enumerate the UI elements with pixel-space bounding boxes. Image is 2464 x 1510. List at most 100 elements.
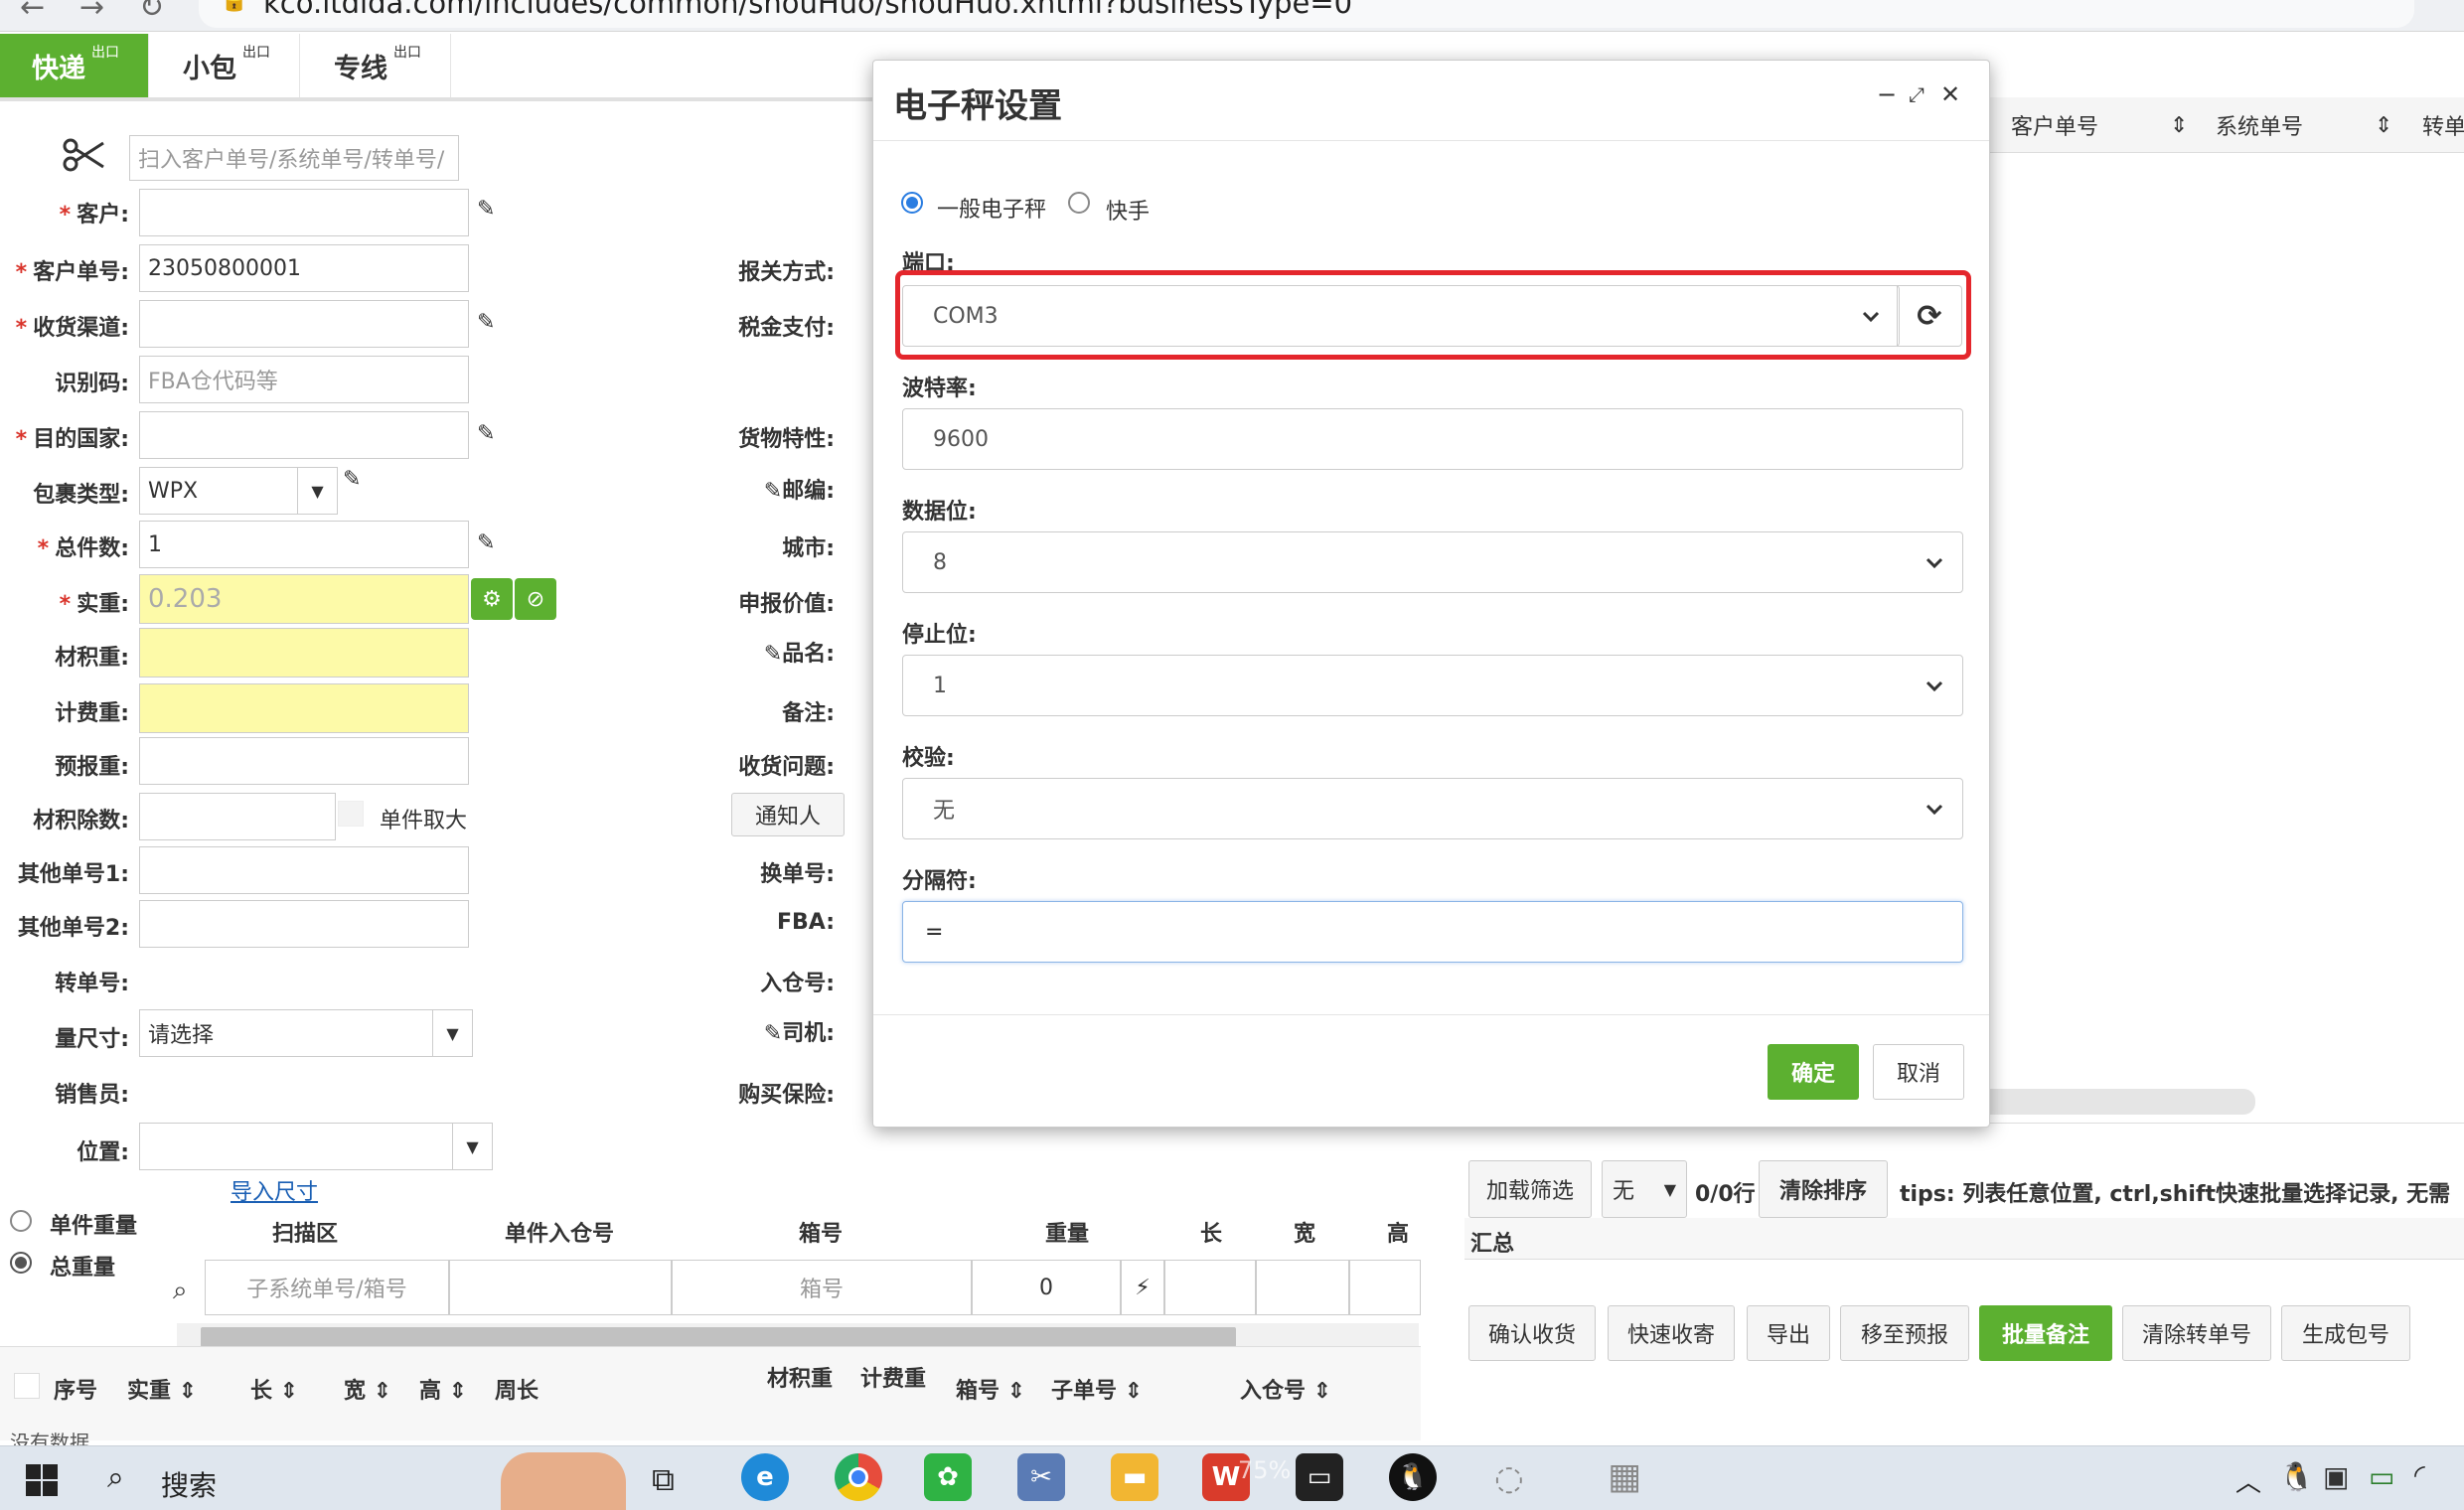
single-max-checkbox[interactable] xyxy=(338,801,364,827)
weight-input[interactable]: 0 xyxy=(972,1260,1121,1315)
col-r-system-no[interactable]: 系统单号 ⇕ xyxy=(2216,97,2392,153)
right-scrollbar[interactable] xyxy=(1977,1089,2255,1115)
pkg-type-select[interactable]: WPX ▼ xyxy=(139,467,338,515)
actual-weight-field[interactable]: 0.203 xyxy=(139,574,469,624)
pencil-icon[interactable]: ✎ xyxy=(764,479,782,504)
col-b-height[interactable]: 高 ⇕ xyxy=(419,1373,467,1405)
scrollbar-thumb[interactable] xyxy=(201,1327,1236,1347)
col-b-width[interactable]: 宽 ⇕ xyxy=(344,1373,391,1405)
minimize-icon[interactable]: − xyxy=(1877,80,1897,108)
snipping-tool-icon[interactable]: ✂ xyxy=(1017,1453,1065,1501)
refresh-icon[interactable]: ⟳ xyxy=(1897,285,1962,347)
height-input[interactable] xyxy=(1349,1260,1421,1315)
tab-express[interactable]: 快递 出口 xyxy=(0,34,149,97)
customer-no-field[interactable]: 23050800001 xyxy=(139,244,469,292)
customer-field[interactable] xyxy=(139,189,469,236)
select-all-checkbox[interactable] xyxy=(14,1373,40,1399)
tab-small-parcel[interactable]: 小包 出口 xyxy=(151,34,300,97)
pencil-icon[interactable]: ✎ xyxy=(477,530,495,555)
pre-weight-field[interactable] xyxy=(139,737,469,785)
clear-transfer-no-button[interactable]: 清除转单号 xyxy=(2122,1305,2271,1361)
import-size-link[interactable]: 导入尺寸 xyxy=(231,1174,318,1206)
separator-input[interactable]: = xyxy=(902,901,1963,963)
col-b-warehouse-no[interactable]: 入仓号 ⇕ xyxy=(1240,1373,1331,1405)
vol-divisor-field[interactable] xyxy=(139,793,336,840)
stopbits-select[interactable]: 1 xyxy=(902,655,1963,716)
length-input[interactable] xyxy=(1164,1260,1256,1315)
tab-dedicated-line[interactable]: 专线 出口 xyxy=(302,34,451,97)
notify-button[interactable]: 通知人 xyxy=(731,793,845,836)
search-icon[interactable]: ⌕ xyxy=(107,1460,124,1495)
pencil-icon[interactable]: ✎ xyxy=(477,421,495,446)
databits-select[interactable]: 8 xyxy=(902,531,1963,593)
clear-sort-button[interactable]: 清除排序 xyxy=(1759,1160,1888,1218)
single-weight-radio[interactable] xyxy=(10,1210,32,1232)
wifi-icon[interactable]: ◜ xyxy=(2414,1458,2425,1491)
parity-select[interactable]: 无 xyxy=(902,778,1963,839)
edge-icon[interactable]: e xyxy=(741,1453,789,1501)
col-actual-weight[interactable]: 实重 ⇕ xyxy=(127,1373,197,1405)
pencil-icon[interactable]: ✎ xyxy=(764,642,782,667)
channel-field[interactable] xyxy=(139,300,469,348)
single-warehouse-input[interactable] xyxy=(449,1260,672,1315)
tray-app-icon[interactable]: ▣ xyxy=(2323,1460,2349,1493)
cancel-button[interactable]: 取消 xyxy=(1873,1044,1964,1100)
confirm-receipt-button[interactable]: 确认收货 xyxy=(1468,1305,1596,1361)
country-field[interactable] xyxy=(139,411,469,459)
move-to-forecast-button[interactable]: 移至预报 xyxy=(1840,1305,1969,1361)
col-r-transfer[interactable]: 转单 xyxy=(2422,97,2464,153)
windows-start-icon[interactable] xyxy=(26,1464,58,1496)
taskbar-widget-image[interactable] xyxy=(501,1452,626,1510)
chrome-icon[interactable] xyxy=(835,1453,882,1501)
task-view-icon[interactable]: ⧉ xyxy=(652,1460,675,1499)
idcode-field[interactable]: FBA仓代码等 xyxy=(139,356,469,403)
pencil-icon[interactable]: ✎ xyxy=(477,310,495,335)
total-pieces-field[interactable]: 1 xyxy=(139,521,469,568)
pencil-icon[interactable]: ✎ xyxy=(764,1021,782,1046)
pencil-icon[interactable]: ✎ xyxy=(343,467,361,492)
generate-package-button[interactable]: 生成包号 xyxy=(2281,1305,2410,1361)
size-select[interactable]: 请选择 ▼ xyxy=(139,1009,473,1057)
col-r-customer-no[interactable]: 客户单号 ⇕ xyxy=(2011,97,2188,153)
pencil-icon[interactable]: ✎ xyxy=(477,197,495,222)
maximize-icon[interactable]: ⤢ xyxy=(1909,82,1925,106)
sub-no-input[interactable]: 子系统单号/箱号 xyxy=(205,1260,449,1315)
box-no-input[interactable]: 箱号 xyxy=(672,1260,972,1315)
charge-weight-field[interactable] xyxy=(139,683,469,733)
total-weight-radio[interactable] xyxy=(10,1252,32,1274)
export-button[interactable]: 导出 xyxy=(1747,1305,1830,1361)
wechat-icon[interactable]: ✿ xyxy=(924,1453,972,1501)
reload-icon[interactable]: ↻ xyxy=(139,0,164,25)
other-no1-field[interactable] xyxy=(139,846,469,894)
cancel-circle-icon[interactable]: ⊘ xyxy=(515,578,556,620)
fast-scale-radio[interactable] xyxy=(1068,192,1090,214)
ok-button[interactable]: 确定 xyxy=(1768,1044,1859,1100)
batch-remark-button[interactable]: 批量备注 xyxy=(1979,1305,2112,1361)
general-scale-radio[interactable] xyxy=(901,192,923,214)
baud-input[interactable]: 9600 xyxy=(902,408,1963,470)
col-b-box-no[interactable]: 箱号 ⇕ xyxy=(956,1373,1025,1405)
forward-icon[interactable]: → xyxy=(79,0,104,25)
col-sub-no[interactable]: 子单号 ⇕ xyxy=(1051,1373,1143,1405)
tray-chevron-up-icon[interactable]: ︿ xyxy=(2235,1462,2261,1499)
scan-input[interactable]: 扫入客户单号/系统单号/转单号/ xyxy=(129,135,459,181)
tray-qq-icon[interactable]: 🐧 xyxy=(2279,1460,2314,1493)
taskbar-search-label[interactable]: 搜索 xyxy=(161,1464,217,1504)
vol-weight-field[interactable] xyxy=(139,628,469,678)
terminal-icon[interactable]: ▭ xyxy=(1296,1453,1343,1501)
position-select[interactable]: ▼ xyxy=(139,1123,493,1170)
load-filter-button[interactable]: 加载筛选 xyxy=(1468,1160,1592,1218)
port-select[interactable]: COM3 xyxy=(902,285,1900,347)
width-input[interactable] xyxy=(1256,1260,1349,1315)
lightning-icon[interactable]: ⚡ xyxy=(1121,1260,1164,1315)
file-explorer-icon[interactable]: ▬ xyxy=(1111,1453,1158,1501)
col-charge-weight[interactable]: 计费重 xyxy=(860,1361,926,1393)
quick-post-button[interactable]: 快速收寄 xyxy=(1608,1305,1735,1361)
tray-battery-icon[interactable]: ▭ xyxy=(2369,1460,2394,1493)
other-no2-field[interactable] xyxy=(139,900,469,948)
col-vol-weight[interactable]: 材积重 xyxy=(767,1361,833,1393)
scissors-icon[interactable] xyxy=(62,137,105,173)
qq-icon[interactable]: 🐧 xyxy=(1389,1453,1437,1501)
col-b-length[interactable]: 长 ⇕ xyxy=(250,1373,298,1405)
gear-icon[interactable]: ⚙ xyxy=(471,578,513,620)
